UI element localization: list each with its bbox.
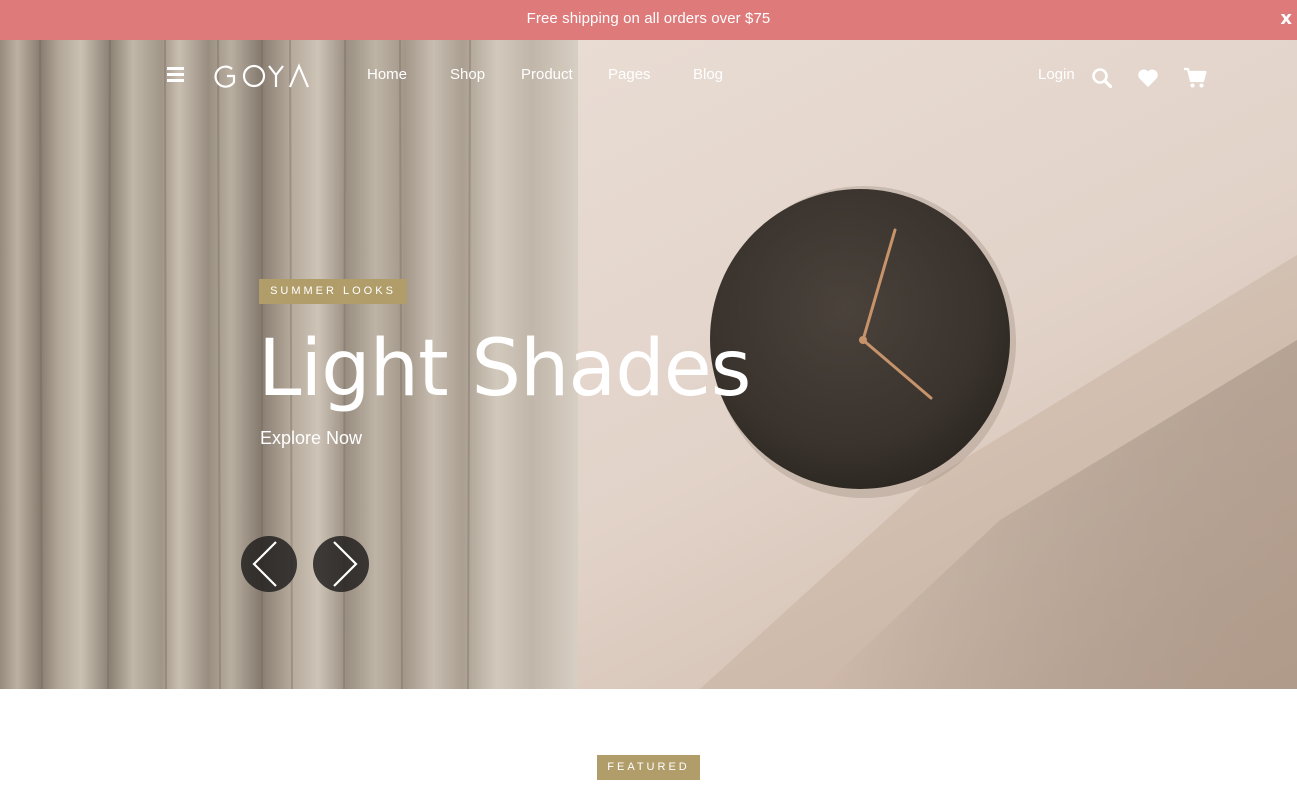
heart-icon[interactable] <box>1137 68 1159 88</box>
search-icon[interactable] <box>1091 67 1113 89</box>
chevron-right-icon <box>333 541 358 587</box>
slider-next-button[interactable] <box>313 536 369 592</box>
nav-blog[interactable]: Blog <box>693 66 723 83</box>
menu-icon[interactable] <box>167 67 184 82</box>
login-link[interactable]: Login <box>1038 66 1075 83</box>
hero-title: Light Shades <box>258 324 751 414</box>
hero-badge: SUMMER LOOKS <box>259 279 407 304</box>
cart-icon[interactable] <box>1183 67 1207 89</box>
hero-slider: Home Shop Product Pages Blog Login SUMME… <box>0 40 1297 689</box>
announcement-text: Free shipping on all orders over $75 <box>526 10 771 27</box>
featured-badge: FEATURED <box>597 755 700 780</box>
announcement-bar: Free shipping on all orders over $75 x <box>0 0 1297 40</box>
close-announcement-button[interactable]: x <box>1280 8 1292 30</box>
nav-home[interactable]: Home <box>367 66 407 83</box>
explore-now-link[interactable]: Explore Now <box>260 428 362 449</box>
goya-logo[interactable] <box>214 60 318 92</box>
nav-pages[interactable]: Pages <box>608 66 651 83</box>
slider-prev-button[interactable] <box>241 536 297 592</box>
nav-shop[interactable]: Shop <box>450 66 485 83</box>
nav-product[interactable]: Product <box>521 66 573 83</box>
chevron-left-icon <box>252 541 277 587</box>
